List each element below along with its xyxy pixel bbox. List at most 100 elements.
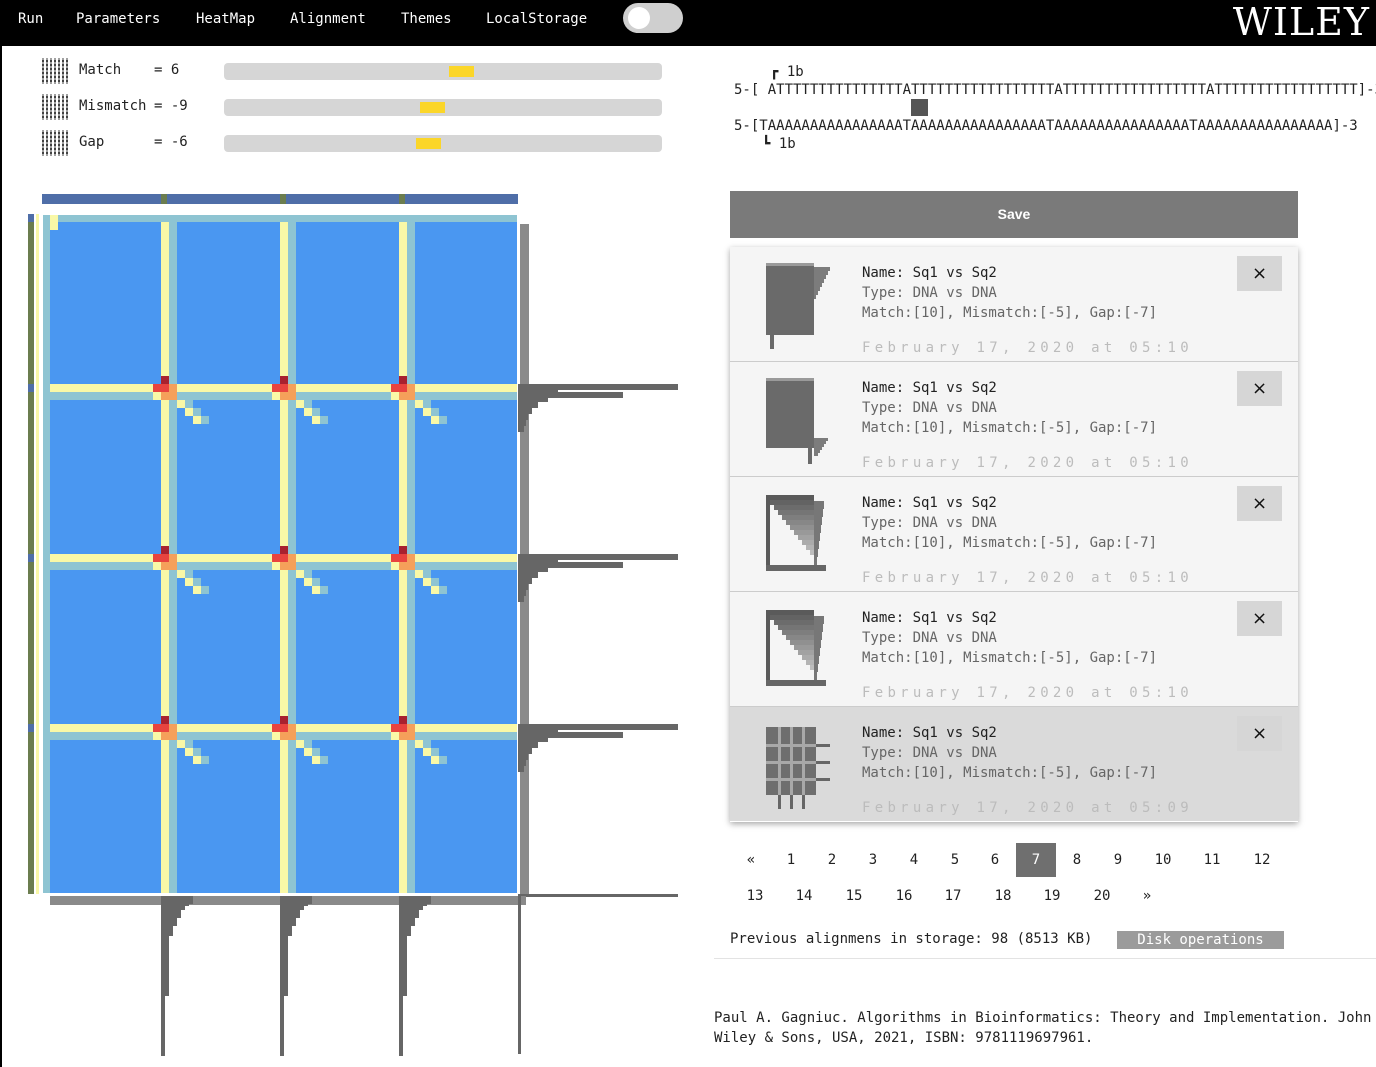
page-link-3[interactable]: 3: [853, 843, 893, 877]
diagonal-cell: [296, 400, 304, 408]
peak-cell: [391, 732, 399, 740]
diagonal-cell: [288, 562, 296, 570]
page-link-13[interactable]: 13: [735, 879, 775, 913]
citation-line-2: Wiley & Sons, USA, 2021, ISBN: 978111969…: [714, 1030, 1094, 1046]
peak-cell: [280, 384, 288, 392]
peak-cell: [153, 724, 161, 732]
peak-cell: [399, 384, 407, 392]
heatmap-canvas[interactable]: [0, 190, 700, 1067]
peak-cell: [169, 384, 177, 392]
delete-history-button[interactable]: ×: [1237, 486, 1282, 521]
page-link-19[interactable]: 19: [1032, 879, 1072, 913]
history-item-name: Name: Sq1 vs Sq2: [862, 265, 997, 281]
right-profile-bar: [518, 748, 532, 754]
page-prev-button[interactable]: «: [731, 843, 771, 877]
diagonal-cell: [185, 578, 193, 586]
bottom-profile-bar: [403, 896, 407, 996]
bottom-profile-bar: [161, 896, 165, 1056]
page-link-14[interactable]: 14: [784, 879, 824, 913]
delete-history-button[interactable]: ×: [1237, 371, 1282, 406]
gap-slider[interactable]: [224, 135, 662, 152]
right-profile-bar: [518, 572, 538, 578]
thumb-profile: [814, 624, 823, 632]
mismatch-slider-thumb[interactable]: [420, 102, 445, 113]
delete-history-button[interactable]: ×: [1237, 601, 1282, 636]
peak-cell: [169, 724, 177, 732]
diagonal-edge: [415, 392, 423, 400]
history-item-name: Name: Sq1 vs Sq2: [862, 610, 997, 626]
page-link-18[interactable]: 18: [983, 879, 1023, 913]
peak-cell: [280, 546, 288, 554]
page-link-9[interactable]: 9: [1098, 843, 1138, 877]
page-link-1[interactable]: 1: [771, 843, 811, 877]
menu-parameters[interactable]: Parameters: [76, 11, 160, 27]
thumb-profile: [814, 533, 820, 541]
diagonal-edge: [304, 400, 312, 408]
history-item[interactable]: Name: Sq1 vs Sq2 Type: DNA vs DNA Match:…: [730, 247, 1298, 362]
peak-cell: [280, 562, 288, 570]
page-link-20[interactable]: 20: [1082, 879, 1122, 913]
thumb-profile: [814, 664, 818, 672]
grip-icon: [42, 94, 70, 120]
alignment-cursor: [911, 99, 928, 116]
peak-cell: [407, 384, 415, 392]
history-item[interactable]: Name: Sq1 vs Sq2 Type: DNA vs DNA Match:…: [730, 592, 1298, 707]
history-item-type: Type: DNA vs DNA: [862, 515, 997, 531]
match-slider-thumb[interactable]: [449, 66, 474, 77]
history-item[interactable]: Name: Sq1 vs Sq2 Type: DNA vs DNA Match:…: [730, 477, 1298, 592]
alignment-thumbnail: [766, 610, 826, 686]
saved-alignments-list: Name: Sq1 vs Sq2 Type: DNA vs DNA Match:…: [730, 247, 1298, 822]
alignment-top-marker: ┏ 1b: [770, 64, 804, 80]
thumb-profile: [766, 565, 826, 571]
right-profile-bar: [518, 590, 526, 596]
disk-operations-button[interactable]: Disk operations: [1117, 931, 1284, 949]
history-item-active[interactable]: Name: Sq1 vs Sq2 Type: DNA vs DNA Match:…: [730, 707, 1298, 821]
storage-summary: Previous alignmens in storage: 98 (8513 …: [730, 931, 1093, 947]
delete-history-button[interactable]: ×: [1237, 256, 1282, 291]
peak-cell: [399, 554, 407, 562]
page-link-7[interactable]: 7: [1016, 843, 1056, 877]
history-item[interactable]: Name: Sq1 vs Sq2 Type: DNA vs DNA Match:…: [730, 362, 1298, 477]
thumb-edge: [766, 610, 770, 680]
page-link-10[interactable]: 10: [1143, 843, 1183, 877]
diagonal-edge: [423, 400, 431, 408]
page-next-button[interactable]: »: [1127, 879, 1167, 913]
right-profile-bar: [518, 584, 528, 590]
match-slider[interactable]: [224, 63, 662, 80]
mismatch-slider[interactable]: [224, 99, 662, 116]
menu-themes[interactable]: Themes: [401, 11, 452, 27]
diagonal-cell: [169, 732, 177, 740]
page-link-5[interactable]: 5: [935, 843, 975, 877]
menu-alignment[interactable]: Alignment: [290, 11, 366, 27]
thumb-profile: [814, 279, 824, 283]
page-link-15[interactable]: 15: [834, 879, 874, 913]
page-link-11[interactable]: 11: [1192, 843, 1232, 877]
alignment-sequence-2: 5-[TAAAAAAAAAAAAAAAATAAAAAAAAAAAAAAAATAA…: [734, 118, 1358, 134]
thumb-profile: [814, 632, 822, 640]
diagonal-cell: [423, 748, 431, 756]
thumb-gradient: [806, 660, 814, 665]
delete-history-button[interactable]: ×: [1237, 716, 1282, 751]
page-link-4[interactable]: 4: [894, 843, 934, 877]
menu-heatmap[interactable]: HeatMap: [196, 11, 255, 27]
page-link-17[interactable]: 17: [933, 879, 973, 913]
page-link-6[interactable]: 6: [975, 843, 1015, 877]
thumb-gradient: [786, 635, 814, 640]
theme-toggle-switch[interactable]: [623, 3, 683, 33]
gap-slider-thumb[interactable]: [416, 138, 441, 149]
menu-run[interactable]: Run: [18, 11, 43, 27]
thumb-gradient: [806, 545, 814, 550]
page-link-8[interactable]: 8: [1057, 843, 1097, 877]
thumb-profile: [814, 291, 818, 295]
page-link-12[interactable]: 12: [1242, 843, 1282, 877]
bottom-profile-bar: [304, 896, 308, 906]
page-link-2[interactable]: 2: [812, 843, 852, 877]
bottom-profile-bar: [411, 896, 415, 926]
save-button[interactable]: Save: [730, 191, 1298, 238]
diagonal-edge: [312, 408, 320, 416]
peak-cell: [161, 716, 169, 724]
top-bar-marker: [161, 194, 167, 204]
diagonal-cell: [296, 570, 304, 578]
menu-localstorage[interactable]: LocalStorage: [486, 11, 587, 27]
page-link-16[interactable]: 16: [884, 879, 924, 913]
